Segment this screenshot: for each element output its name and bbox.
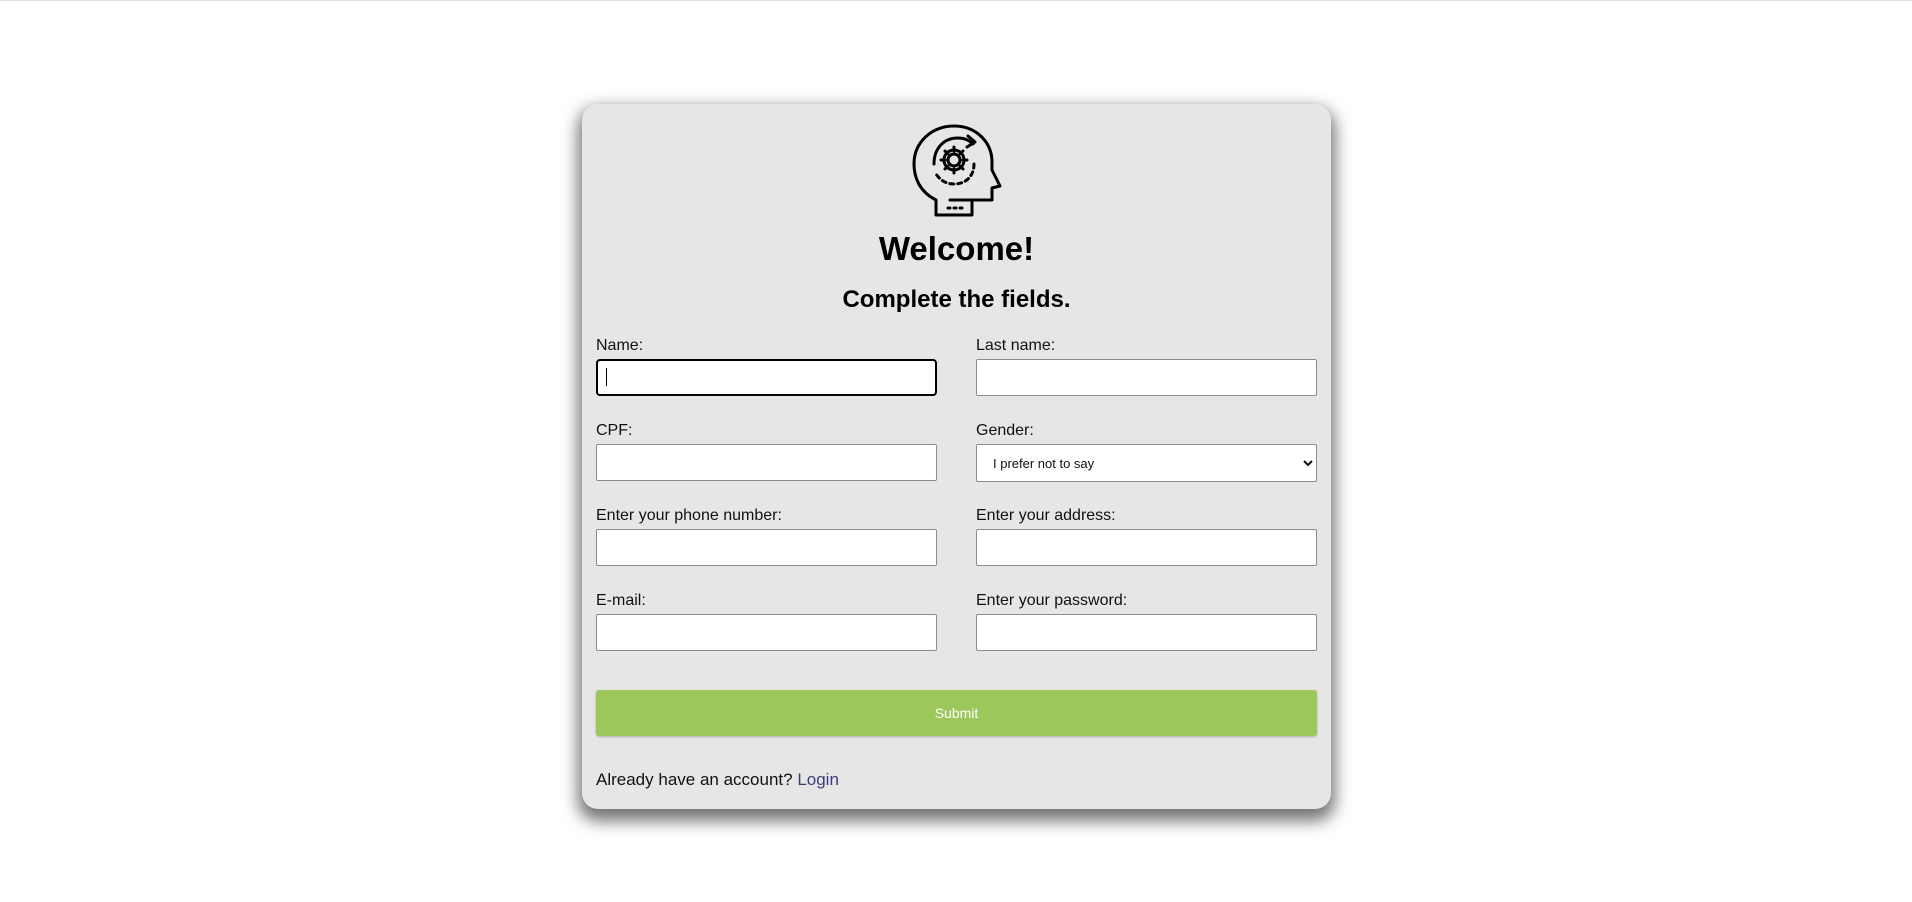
gender-select[interactable]: I prefer not to say	[976, 444, 1317, 482]
cpf-label: CPF:	[596, 422, 633, 439]
email-label: E-mail:	[596, 592, 646, 609]
name-input[interactable]	[596, 359, 937, 396]
password-input[interactable]	[976, 614, 1317, 651]
password-label: Enter your password:	[976, 592, 1128, 609]
gender-label: Gender:	[976, 422, 1034, 439]
address-input[interactable]	[976, 529, 1317, 566]
address-field-group: Enter your address:	[976, 506, 1317, 566]
cpf-field-group: CPF:	[596, 421, 937, 481]
login-link[interactable]: Login	[797, 770, 839, 789]
gender-field-group: Gender: I prefer not to say	[976, 421, 1317, 482]
last-name-input[interactable]	[976, 359, 1317, 396]
phone-input[interactable]	[596, 529, 937, 566]
text-cursor	[606, 368, 607, 386]
login-prompt-text: Already have an account?	[596, 770, 798, 789]
phone-label: Enter your phone number:	[596, 507, 782, 524]
page-subtitle: Complete the fields.	[842, 286, 1071, 313]
page-title: Welcome!	[878, 230, 1035, 267]
submit-button[interactable]: Submit	[596, 690, 1317, 736]
email-field-group: E-mail:	[596, 591, 937, 651]
email-input[interactable]	[596, 614, 937, 651]
cpf-input[interactable]	[596, 444, 937, 481]
address-label: Enter your address:	[976, 507, 1116, 524]
phone-field-group: Enter your phone number:	[596, 506, 937, 566]
head-with-gear-icon	[912, 124, 1002, 217]
login-prompt: Already have an account? Login	[596, 770, 839, 790]
password-field-group: Enter your password:	[976, 591, 1317, 651]
name-label: Name:	[596, 337, 644, 354]
signup-card: Welcome! Complete the fields. Name: Last…	[582, 104, 1331, 809]
last-name-label: Last name:	[976, 337, 1056, 354]
name-field-group: Name:	[596, 336, 937, 396]
last-name-field-group: Last name:	[976, 336, 1317, 396]
top-divider	[0, 0, 1912, 1]
